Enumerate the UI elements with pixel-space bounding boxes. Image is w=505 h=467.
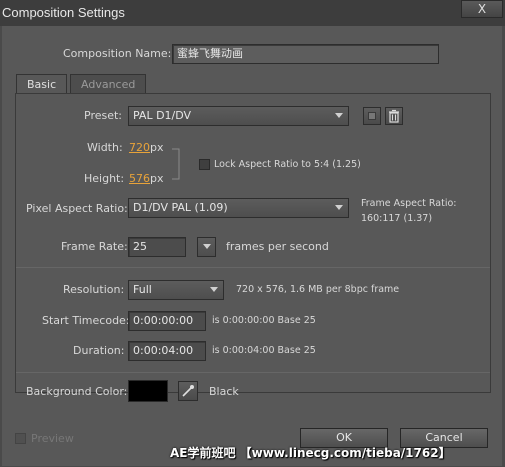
pixel-aspect-label: Pixel Aspect Ratio:	[26, 202, 128, 215]
comp-name-label: Composition Name:	[63, 47, 172, 60]
frame-rate-unit: frames per second	[226, 240, 329, 253]
chevron-down-icon	[335, 205, 343, 210]
delete-preset-button[interactable]	[385, 107, 403, 125]
chevron-down-icon	[210, 287, 218, 292]
pixel-aspect-dropdown[interactable]: D1/DV PAL (1.09)	[128, 198, 349, 218]
frame-rate-field[interactable]: 25	[128, 237, 186, 257]
tab-advanced[interactable]: Advanced	[70, 74, 147, 94]
chevron-down-icon	[335, 113, 343, 118]
comp-name-field[interactable]: 蜜蜂飞舞动画	[172, 44, 439, 64]
preview-checkbox[interactable]	[15, 433, 26, 444]
save-preset-button[interactable]	[363, 107, 381, 125]
resolution-label: Resolution:	[63, 283, 125, 296]
width-value[interactable]: 720	[129, 141, 150, 154]
resolution-value: Full	[133, 283, 152, 296]
width-label: Width:	[87, 141, 123, 154]
start-timecode-field[interactable]: 0:00:00:00	[128, 311, 206, 331]
resolution-info: 720 x 576, 1.6 MB per 8bpc frame	[236, 284, 400, 295]
tab-basic[interactable]: Basic	[16, 74, 68, 94]
frame-rate-label: Frame Rate:	[61, 240, 128, 253]
title-bar: Composition Settings X	[0, 0, 505, 26]
height-value[interactable]: 576	[129, 172, 150, 185]
preset-dropdown[interactable]: PAL D1/DV	[128, 106, 349, 126]
pixel-aspect-value: D1/DV PAL (1.09)	[133, 201, 228, 214]
height-label: Height:	[84, 172, 125, 185]
lock-aspect-checkbox[interactable]	[199, 159, 210, 170]
divider	[16, 372, 490, 373]
chevron-down-icon	[203, 244, 211, 249]
preset-value: PAL D1/DV	[133, 109, 192, 122]
duration-label: Duration:	[73, 344, 125, 357]
eyedropper-button[interactable]	[178, 381, 198, 401]
dialog-body: Composition Name: 蜜蜂飞舞动画 Basic Advanced …	[2, 26, 502, 466]
link-bracket-icon	[172, 148, 180, 180]
resolution-dropdown[interactable]: Full	[128, 280, 224, 300]
start-timecode-info: is 0:00:00:00 Base 25	[212, 315, 316, 326]
frame-aspect-label: Frame Aspect Ratio:	[361, 198, 457, 209]
lock-aspect-label: Lock Aspect Ratio to 5:4 (1.25)	[214, 159, 361, 170]
background-color-swatch[interactable]	[128, 380, 168, 402]
start-timecode-label: Start Timecode:	[42, 314, 130, 327]
duration-info: is 0:00:04:00 Base 25	[212, 345, 316, 356]
preview-label: Preview	[31, 432, 74, 445]
width-unit: px	[150, 141, 164, 154]
duration-field[interactable]: 0:00:04:00	[128, 341, 206, 361]
watermark-text: AE学前班吧 【www.linecg.com/tieba/1762】	[170, 446, 451, 460]
preset-label: Preset:	[84, 109, 123, 122]
window-title: Composition Settings	[2, 5, 125, 20]
close-button[interactable]: X	[461, 0, 503, 18]
eyedropper-icon	[182, 385, 194, 397]
save-icon	[368, 112, 376, 120]
background-color-label: Background Color:	[26, 385, 128, 398]
frame-aspect-value: 160:117 (1.37)	[361, 213, 433, 224]
divider	[16, 267, 490, 268]
height-unit: px	[150, 172, 164, 185]
trash-icon	[389, 109, 399, 123]
frame-rate-dropdown[interactable]	[197, 237, 216, 257]
background-color-name: Black	[209, 385, 239, 398]
